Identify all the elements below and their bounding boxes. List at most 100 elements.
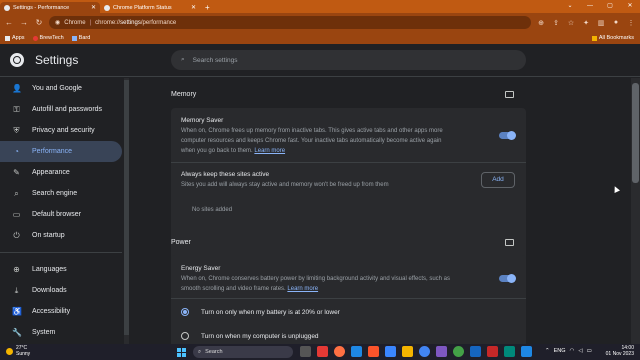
extensions-icon[interactable]: ✦ <box>581 19 591 27</box>
windows-taskbar: 27°C Sunny ⌕ Search ⌃ ENG ◠ ◁ ▭ 14:00 01 … <box>0 344 640 360</box>
memory-saver-toggle[interactable] <box>499 131 516 140</box>
mail-icon[interactable] <box>385 346 396 357</box>
zoom-icon[interactable]: ⊕ <box>536 19 546 27</box>
key-icon: ⚿ <box>13 104 20 114</box>
sidebar-item-on-startup[interactable]: ⏻ On startup <box>0 225 124 246</box>
close-window-button[interactable]: ✕ <box>620 0 640 13</box>
sidebar-item-you-and-google[interactable]: 👤 You and Google <box>0 78 124 99</box>
taskbar-search-label: Search <box>205 349 223 355</box>
share-icon[interactable]: ⇪ <box>551 19 561 27</box>
site-label: Chrome <box>64 19 86 26</box>
sidebar-item-default-browser[interactable]: ▭ Default browser <box>0 204 124 225</box>
sidebar-item-search-engine[interactable]: ⌕ Search engine <box>0 183 124 204</box>
app-icon[interactable] <box>487 346 498 357</box>
app-icon[interactable] <box>521 346 532 357</box>
battery-icon[interactable]: ▭ <box>587 348 592 354</box>
sidebar-item-system[interactable]: 🔧 System <box>0 322 124 343</box>
feedback-icon[interactable] <box>505 239 514 246</box>
taskbar-apps <box>300 346 532 357</box>
tab-search-icon[interactable]: ⌄ <box>560 0 580 13</box>
sidebar-item-languages[interactable]: ⊕ Languages <box>0 259 124 280</box>
memory-saver-description: When on, Chrome frees up memory from ina… <box>181 128 443 154</box>
tab-chrome-platform-status[interactable]: Chrome Platform Status ✕ <box>100 2 200 13</box>
memory-saver-title: Memory Saver <box>181 117 224 124</box>
firefox-icon[interactable] <box>334 346 345 357</box>
bookmark-bard[interactable]: Bard <box>71 35 90 41</box>
bookmark-brewtech[interactable]: BrewTech <box>32 35 64 41</box>
sidebar-item-appearance[interactable]: ✎ Appearance <box>0 162 124 183</box>
browser-icon: ▭ <box>12 210 21 219</box>
forward-icon[interactable]: → <box>19 18 29 27</box>
close-tab-icon[interactable]: ✕ <box>191 4 196 11</box>
always-active-title: Always keep these sites active <box>181 171 270 178</box>
page-scrollbar[interactable] <box>631 78 640 344</box>
sidebar-item-privacy[interactable]: ⛨ Privacy and security <box>0 120 124 141</box>
app-icon[interactable] <box>317 346 328 357</box>
battery-20-radio[interactable] <box>181 308 189 316</box>
close-tab-icon[interactable]: ✕ <box>91 4 96 11</box>
tab-label: Settings - Performance <box>13 4 70 11</box>
chrome-icon[interactable] <box>419 346 430 357</box>
app-icon[interactable] <box>470 346 481 357</box>
all-bookmarks[interactable]: All Bookmarks <box>591 35 634 41</box>
date: 01 Nov 2023 <box>605 351 634 357</box>
site-info-icon[interactable]: ◉ <box>55 19 60 26</box>
language-indicator[interactable]: ENG <box>554 348 566 354</box>
sidebar-item-downloads[interactable]: ⤓ Downloads <box>0 280 124 301</box>
reload-icon[interactable]: ↻ <box>34 18 44 27</box>
edge-icon[interactable] <box>351 346 362 357</box>
feedback-icon[interactable] <box>505 91 514 98</box>
search-input[interactable]: ⌕ Search settings <box>171 50 526 70</box>
chrome-canary-icon[interactable] <box>453 346 464 357</box>
chrome-logo-icon <box>10 53 24 67</box>
shield-icon: ⛨ <box>13 125 20 135</box>
url-text: chrome://settings/performance <box>95 19 177 26</box>
power-card: Energy Saver When on, Chrome conserves b… <box>171 255 526 344</box>
wifi-icon[interactable]: ◠ <box>570 348 575 354</box>
profile-icon[interactable]: ● <box>611 19 621 26</box>
address-bar[interactable]: ◉ Chrome | chrome://settings/performance <box>49 16 531 29</box>
sidebar-item-autofill[interactable]: ⚿ Autofill and passwords <box>0 99 124 120</box>
bookmark-apps[interactable]: Apps <box>5 35 25 41</box>
card-divider <box>171 298 526 299</box>
weather-widget[interactable]: 27°C Sunny <box>6 345 30 357</box>
bookmark-star-icon[interactable]: ☆ <box>566 19 576 27</box>
card-divider <box>171 162 526 163</box>
menu-icon[interactable]: ⋮ <box>626 19 636 27</box>
app-icon[interactable] <box>504 346 515 357</box>
chrome-favicon-icon <box>104 4 110 11</box>
download-icon: ⤓ <box>14 285 19 295</box>
clock[interactable]: 14:00 01 Nov 2023 <box>606 345 634 357</box>
power-heading: Power <box>171 239 191 246</box>
volume-icon[interactable]: ◁ <box>578 348 582 354</box>
add-site-button[interactable]: Add <box>481 172 515 188</box>
windows-start-icon[interactable] <box>177 348 186 357</box>
taskbar-search[interactable]: ⌕ Search <box>193 346 293 358</box>
settings-main: Memory Memory Saver When on, Chrome free… <box>129 78 629 344</box>
brave-icon[interactable] <box>368 346 379 357</box>
accessibility-icon: ♿ <box>12 307 22 316</box>
bard-icon <box>71 35 77 41</box>
page-scrollbar-thumb[interactable] <box>632 83 639 183</box>
tab-settings[interactable]: Settings - Performance ✕ <box>0 2 100 13</box>
bookmarks-bar: Apps BrewTech Bard All Bookmarks <box>0 32 640 44</box>
maximize-button[interactable]: ▢ <box>600 0 620 13</box>
sidebar-item-accessibility[interactable]: ♿ Accessibility <box>0 301 124 322</box>
energy-saver-toggle[interactable] <box>499 274 516 283</box>
new-tab-button[interactable]: + <box>200 2 215 13</box>
unplugged-radio[interactable] <box>181 332 189 340</box>
chevron-up-icon[interactable]: ⌃ <box>545 348 550 354</box>
energy-learn-more-link[interactable]: Learn more <box>287 286 318 292</box>
app-icon[interactable] <box>436 346 447 357</box>
back-icon[interactable]: ← <box>4 18 14 27</box>
energy-saver-description: When on, Chrome conserves battery power … <box>181 276 451 292</box>
task-view-icon[interactable] <box>300 346 311 357</box>
tab-strip: Settings - Performance ✕ Chrome Platform… <box>0 0 640 13</box>
minimize-button[interactable]: — <box>580 0 600 13</box>
sidebar-item-performance[interactable]: ◔ Performance <box>0 141 122 162</box>
memory-learn-more-link[interactable]: Learn more <box>254 148 285 154</box>
folder-icon <box>591 35 597 41</box>
side-panel-icon[interactable]: ▥ <box>596 19 606 27</box>
globe-icon: ⊕ <box>13 265 20 274</box>
file-explorer-icon[interactable] <box>402 346 413 357</box>
